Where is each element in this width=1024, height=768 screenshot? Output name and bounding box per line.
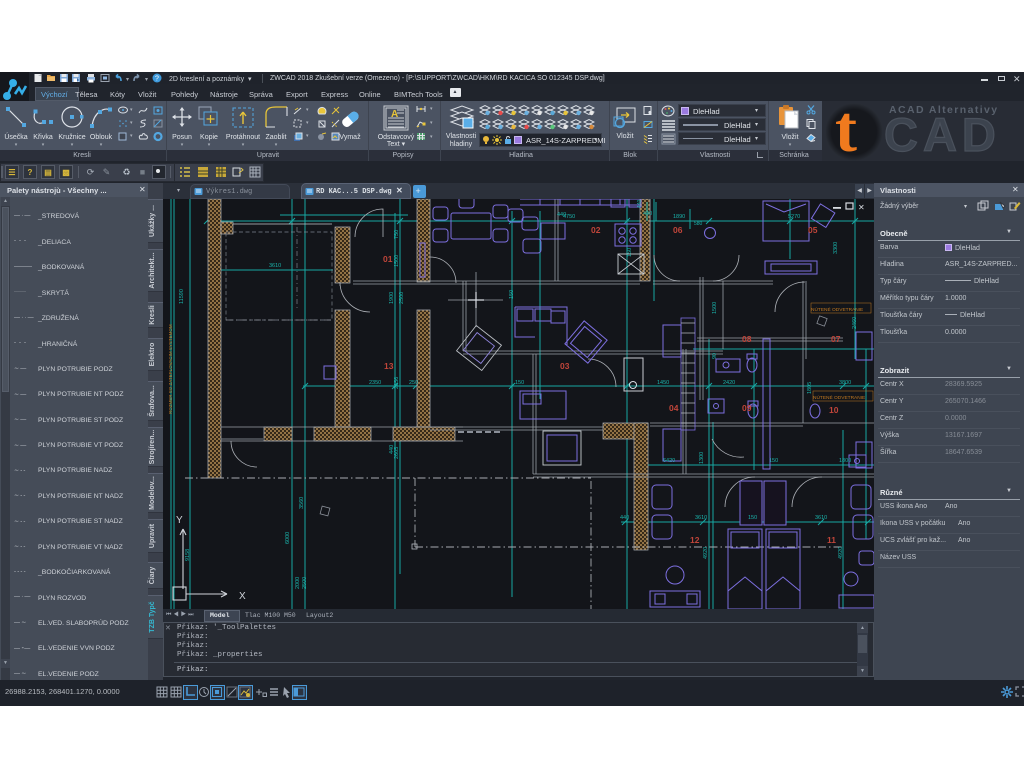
svg-text:09: 09 <box>742 403 752 413</box>
svg-text:150: 150 <box>509 290 515 299</box>
svg-text:06: 06 <box>673 225 683 235</box>
svg-text:11590: 11590 <box>179 289 185 304</box>
svg-text:440: 440 <box>637 199 643 208</box>
svg-text:03: 03 <box>560 361 570 371</box>
svg-text:440: 440 <box>389 445 395 454</box>
svg-text:2500: 2500 <box>302 577 308 589</box>
svg-text:11: 11 <box>827 535 836 545</box>
svg-text:X: X <box>239 591 246 602</box>
svg-text:150: 150 <box>748 515 757 521</box>
svg-text:NÚTENÉ ODVETRANIE: NÚTENÉ ODVETRANIE <box>813 394 865 401</box>
svg-text:02: 02 <box>591 225 601 235</box>
svg-text:Y: Y <box>176 515 183 526</box>
svg-text:1500: 1500 <box>712 302 718 314</box>
svg-text:150: 150 <box>515 380 524 386</box>
svg-text:12: 12 <box>690 535 700 545</box>
svg-text:13: 13 <box>384 361 394 371</box>
svg-text:1500: 1500 <box>394 255 400 267</box>
svg-text:10: 10 <box>829 405 839 415</box>
svg-text:6420: 6420 <box>663 458 675 464</box>
svg-text:440: 440 <box>620 515 629 521</box>
svg-text:1450: 1450 <box>657 380 669 386</box>
svg-text:2350: 2350 <box>369 380 381 386</box>
svg-text:3300: 3300 <box>833 242 839 254</box>
svg-text:4920: 4920 <box>703 547 709 559</box>
svg-text:440: 440 <box>643 211 652 217</box>
svg-text:?: ? <box>155 76 159 83</box>
svg-text:NÚTENÉ ODVETRANIE: NÚTENÉ ODVETRANIE <box>811 306 863 313</box>
svg-text:2420: 2420 <box>723 380 735 386</box>
svg-text:4920: 4920 <box>838 547 844 559</box>
svg-text:1800: 1800 <box>839 458 851 464</box>
svg-text:5270: 5270 <box>788 214 800 220</box>
svg-text:3610: 3610 <box>815 515 827 521</box>
svg-text:250: 250 <box>409 380 418 386</box>
svg-text:ROZMER SO ZATEPLOVACIM SYSTEMO: ROZMER SO ZATEPLOVACIM SYSTEMOM <box>168 324 173 414</box>
svg-text:✕: ✕ <box>858 203 865 212</box>
svg-text:2656: 2656 <box>394 377 400 389</box>
svg-text:3610: 3610 <box>269 263 281 269</box>
svg-text:1890: 1890 <box>673 214 685 220</box>
svg-text:3800: 3800 <box>839 380 851 386</box>
svg-text:1300: 1300 <box>699 452 705 464</box>
svg-text:150: 150 <box>627 248 633 257</box>
svg-text:6000: 6000 <box>285 532 291 544</box>
svg-text:2460: 2460 <box>852 317 858 329</box>
svg-text:440: 440 <box>557 212 566 218</box>
svg-text:05: 05 <box>808 225 818 235</box>
svg-text:07: 07 <box>831 334 841 344</box>
svg-text:2000: 2000 <box>295 577 301 589</box>
svg-text:750: 750 <box>394 230 400 239</box>
svg-text:3560: 3560 <box>299 497 305 509</box>
svg-text:1900: 1900 <box>389 292 395 304</box>
svg-text:08: 08 <box>742 334 752 344</box>
svg-text:1805: 1805 <box>807 382 813 394</box>
svg-text:3610: 3610 <box>695 515 707 521</box>
svg-text:580: 580 <box>694 221 703 227</box>
svg-text:9158: 9158 <box>185 549 191 561</box>
svg-text:04: 04 <box>669 403 679 413</box>
svg-text:90: 90 <box>712 353 718 359</box>
svg-text:2500: 2500 <box>399 292 405 304</box>
svg-text:01: 01 <box>383 254 393 264</box>
svg-text:150: 150 <box>769 458 778 464</box>
